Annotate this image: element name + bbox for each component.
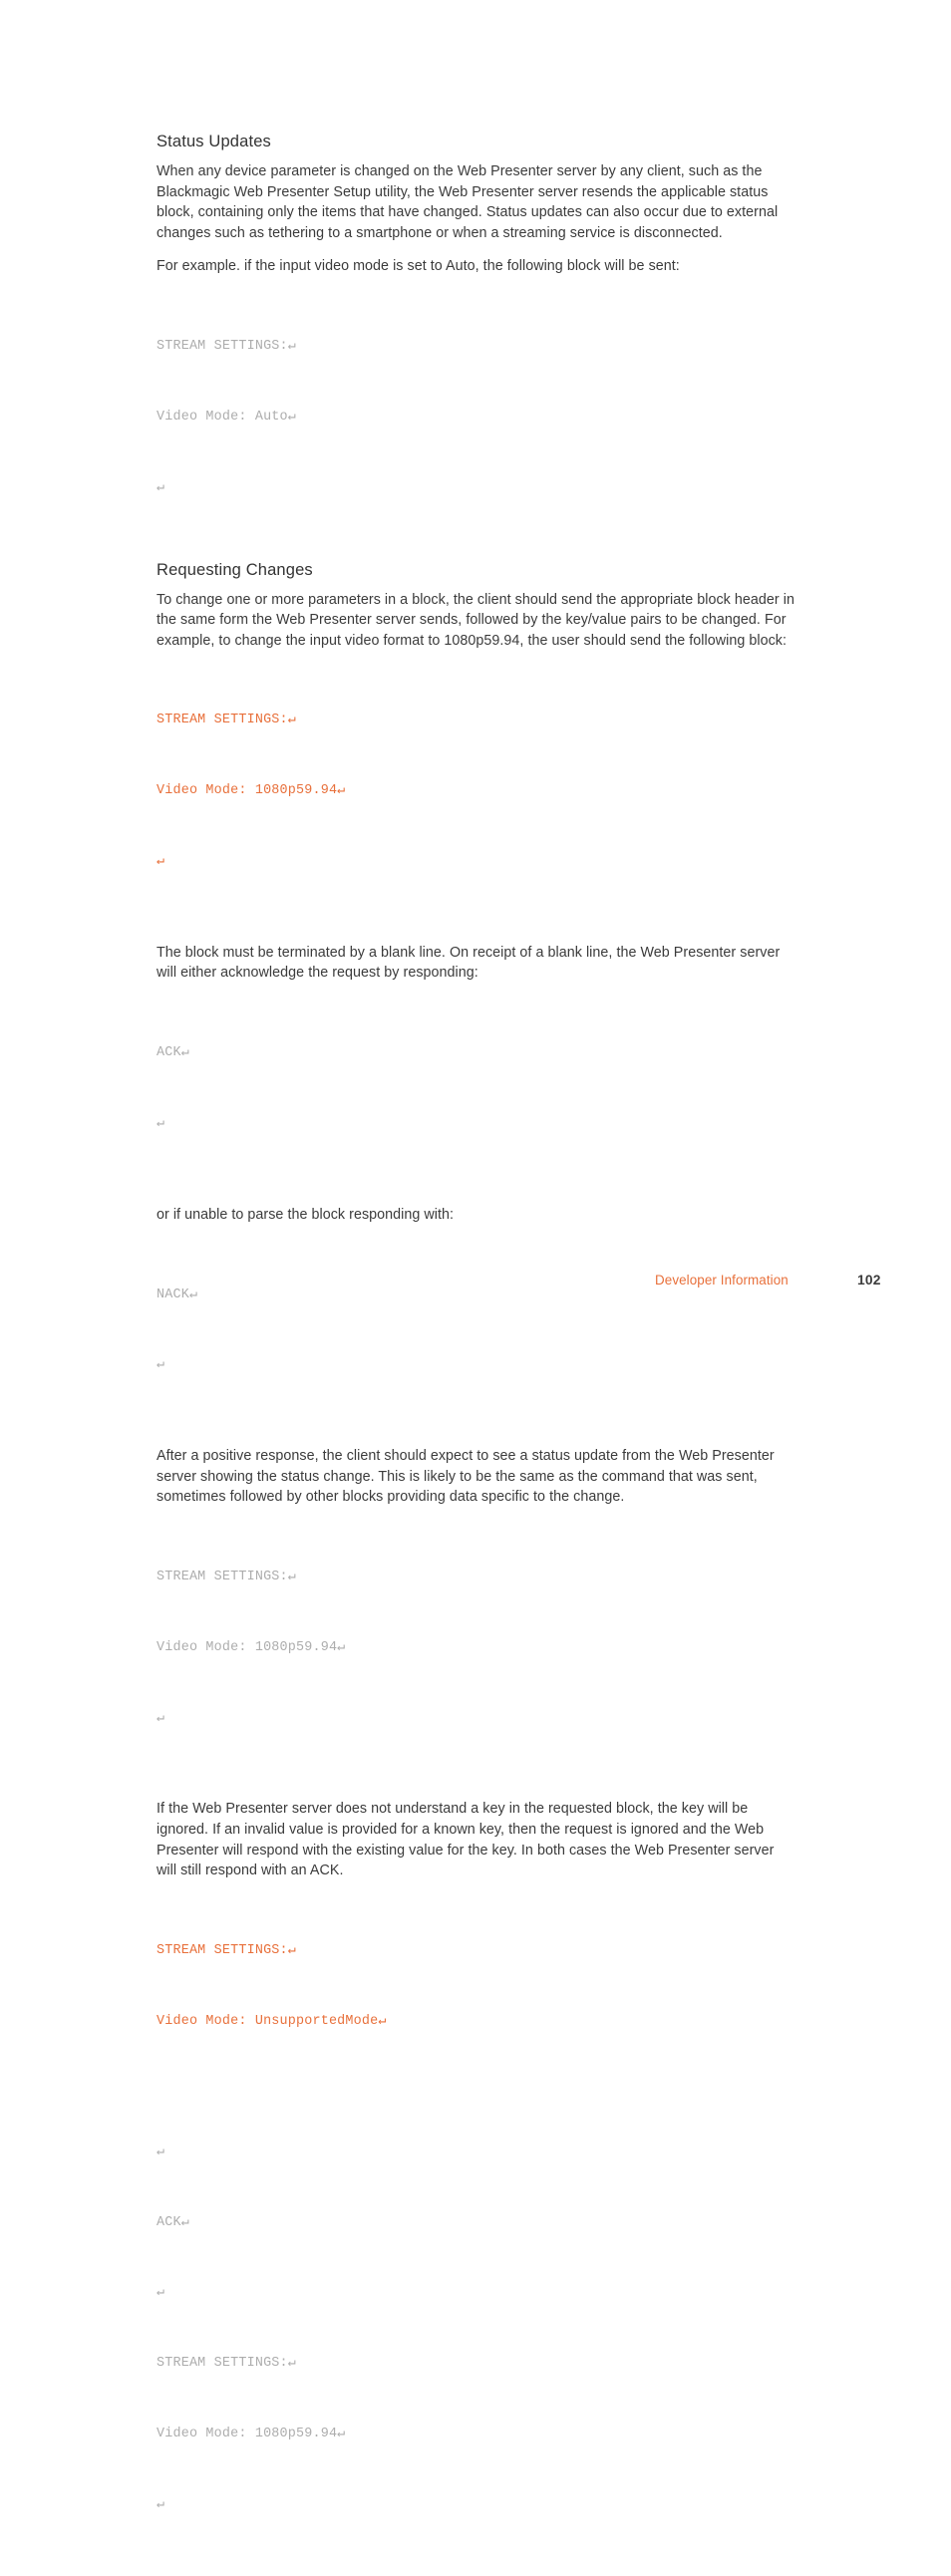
footer-page-number: 102 — [857, 1273, 881, 1288]
code-block-status-example: STREAM SETTINGS:↵ Video Mode: Auto↵ ↵ — [157, 288, 794, 547]
code-line: Video Mode: Auto↵ — [157, 409, 297, 425]
code-block-status-update: STREAM SETTINGS:↵ Video Mode: 1080p59.94… — [157, 1519, 794, 1778]
code-line: ACK↵ — [157, 1045, 189, 1061]
page-content: Status Updates When any device parameter… — [157, 132, 794, 2576]
paragraph-unknown-key-handling: If the Web Presenter server does not und… — [157, 1801, 775, 1879]
paragraph-unable-to-parse: or if unable to parse the block respondi… — [157, 1206, 455, 1223]
code-line: ↵ — [157, 2144, 165, 2159]
code-line: STREAM SETTINGS:↵ — [157, 339, 297, 355]
code-line: ↵ — [157, 2496, 165, 2512]
code-line: STREAM SETTINGS:↵ — [157, 1942, 297, 1958]
code-block-ack: ACK↵ ↵ — [157, 995, 794, 1183]
code-line: Video Mode: 1080p59.94↵ — [157, 2426, 346, 2441]
section-heading-status-updates: Status Updates — [157, 133, 271, 150]
paragraph-requesting-changes-intro: To change one or more parameters in a bl… — [157, 591, 794, 649]
section-heading-requesting-changes: Requesting Changes — [157, 560, 313, 579]
code-line: Video Mode: UnsupportedMode↵ — [157, 2013, 387, 2029]
paragraph-status-updates-intro: When any device parameter is changed on … — [157, 163, 779, 241]
footer-section-label: Developer Information — [655, 1273, 789, 1288]
code-line: STREAM SETTINGS:↵ — [157, 713, 297, 728]
paragraph-blank-line-termination: The block must be terminated by a blank … — [157, 944, 781, 982]
code-line: STREAM SETTINGS:↵ — [157, 2356, 297, 2372]
code-line: ↵ — [157, 1115, 165, 1131]
paragraph-status-updates-example: For example. if the input video mode is … — [157, 258, 680, 275]
code-line: ↵ — [157, 1710, 165, 1726]
code-line: ↵ — [157, 2285, 165, 2301]
page-footer: Developer Information 102 — [0, 1273, 951, 1292]
code-line: ↵ — [157, 479, 165, 495]
code-block-unsupported-request: STREAM SETTINGS:↵ Video Mode: Unsupporte… — [157, 1892, 794, 2081]
document-page: { "page": { "background": "#ffffff", "co… — [0, 0, 951, 2512]
paragraph-positive-response: After a positive response, the client sh… — [157, 1448, 775, 1506]
code-line: ACK↵ — [157, 2214, 189, 2230]
code-block-request-change: STREAM SETTINGS:↵ Video Mode: 1080p59.94… — [157, 662, 794, 921]
code-line: ↵ — [157, 1357, 165, 1373]
code-line: ↵ — [157, 854, 165, 870]
code-block-unsupported-response: ↵ ACK↵ ↵ STREAM SETTINGS:↵ Video Mode: 1… — [157, 2094, 794, 2564]
code-line: STREAM SETTINGS:↵ — [157, 1570, 297, 1585]
code-line: Video Mode: 1080p59.94↵ — [157, 1639, 346, 1655]
code-block-nack: NACK↵ ↵ — [157, 1236, 794, 1424]
code-line: Video Mode: 1080p59.94↵ — [157, 783, 346, 799]
